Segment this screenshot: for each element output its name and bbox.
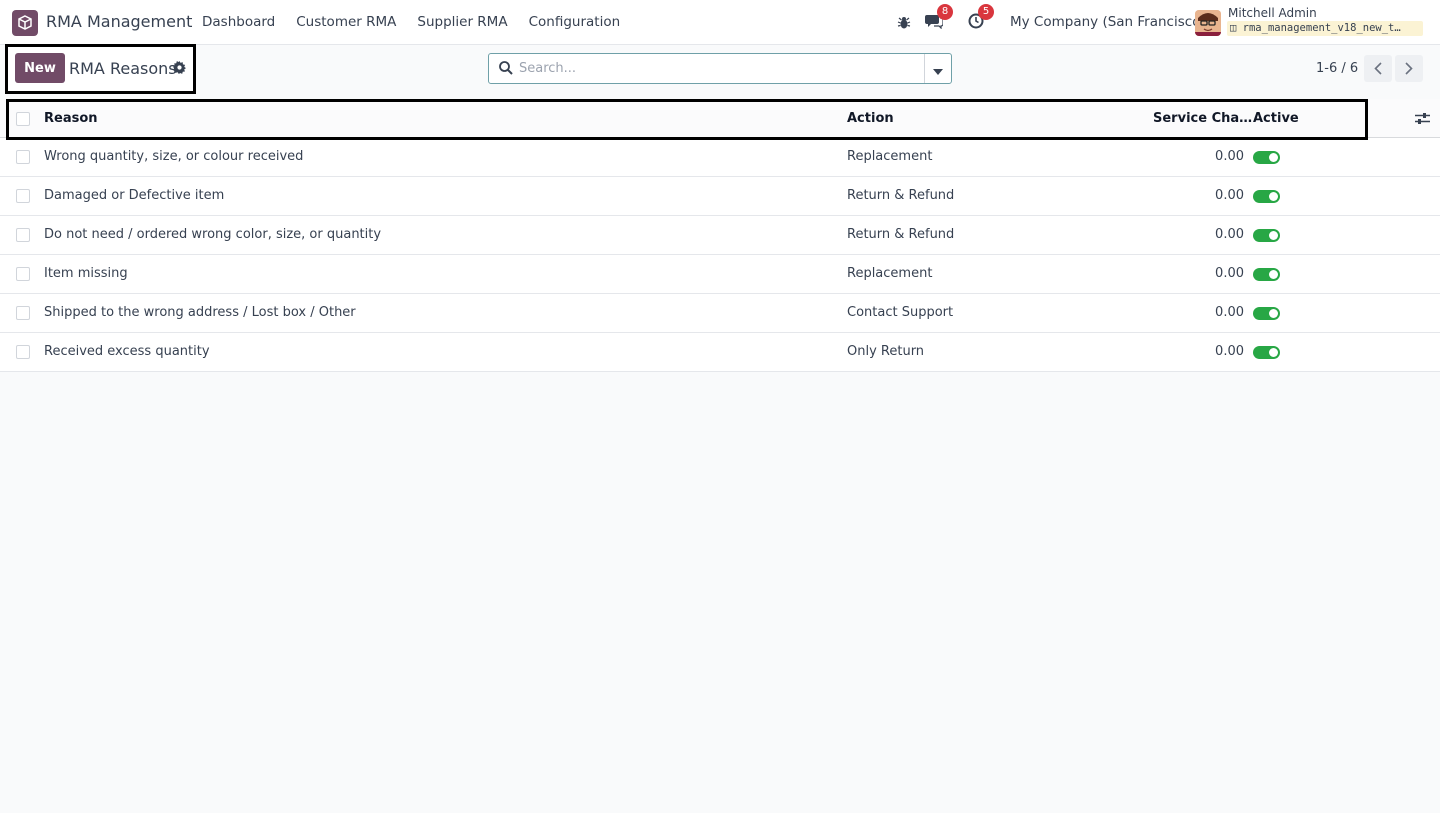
cell-reason: Damaged or Defective item [44, 188, 225, 203]
cell-action: Return & Refund [847, 227, 955, 242]
select-all-checkbox[interactable] [16, 112, 30, 126]
chevron-right-icon [1405, 62, 1413, 75]
company-switcher[interactable]: My Company (San Francisco) [1010, 14, 1206, 30]
table-row[interactable]: Do not need / ordered wrong color, size,… [0, 216, 1440, 255]
cell-service-charge: 0.00 [1215, 266, 1244, 281]
caret-down-icon[interactable] [933, 65, 943, 80]
debug-button[interactable] [897, 0, 911, 45]
row-checkbox[interactable] [16, 345, 30, 359]
cell-service-charge: 0.00 [1215, 149, 1244, 164]
user-name[interactable]: Mitchell Admin [1228, 6, 1317, 20]
pager-previous-button[interactable] [1364, 55, 1392, 82]
chevron-left-icon [1374, 62, 1382, 75]
active-toggle[interactable] [1253, 268, 1280, 281]
cell-action: Replacement [847, 149, 933, 164]
table-row[interactable]: Received excess quantity Only Return 0.0… [0, 333, 1440, 372]
activities-count-badge: 5 [978, 3, 994, 20]
row-checkbox[interactable] [16, 306, 30, 320]
table-row[interactable]: Damaged or Defective item Return & Refun… [0, 177, 1440, 216]
table-row[interactable]: Wrong quantity, size, or colour received… [0, 138, 1440, 177]
sliders-icon[interactable] [1415, 112, 1430, 129]
activities-button[interactable]: 5 [968, 0, 994, 45]
column-header-action[interactable]: Action [847, 111, 894, 126]
pager-value[interactable]: 1-6 / 6 [1316, 61, 1358, 76]
database-chip[interactable]: ◫ rma_management_v18_new_t… [1227, 21, 1423, 36]
column-header-reason[interactable]: Reason [44, 111, 98, 126]
page-title[interactable]: RMA Reasons [69, 59, 177, 78]
table-row[interactable]: Shipped to the wrong address / Lost box … [0, 294, 1440, 333]
row-checkbox[interactable] [16, 228, 30, 242]
top-navbar: RMA Management Dashboard Customer RMA Su… [0, 0, 1440, 45]
cell-action: Return & Refund [847, 188, 955, 203]
table-row[interactable]: Item missing Replacement 0.00 [0, 255, 1440, 294]
row-checkbox[interactable] [16, 189, 30, 203]
messages-count-badge: 8 [937, 3, 953, 20]
column-header-active[interactable]: Active [1253, 111, 1299, 126]
cell-reason: Received excess quantity [44, 344, 210, 359]
cell-reason: Wrong quantity, size, or colour received [44, 149, 304, 164]
menu-customer-rma[interactable]: Customer RMA [296, 14, 396, 30]
row-checkbox[interactable] [16, 267, 30, 281]
database-name: rma_management_v18_new_t… [1242, 22, 1401, 34]
column-header-service-charge[interactable]: Service Cha… [1153, 111, 1252, 126]
cell-action: Only Return [847, 344, 925, 359]
app-name[interactable]: RMA Management [46, 12, 192, 31]
main-menu: Dashboard Customer RMA Supplier RMA Conf… [202, 14, 641, 30]
database-icon: ◫ [1230, 22, 1237, 34]
avatar[interactable] [1195, 10, 1221, 36]
gear-icon[interactable] [173, 61, 186, 78]
menu-supplier-rma[interactable]: Supplier RMA [417, 14, 507, 30]
app-logo-icon[interactable] [12, 10, 38, 36]
cell-action: Contact Support [847, 305, 954, 320]
table-header: Reason Action Service Cha… Active [0, 99, 1440, 138]
cell-service-charge: 0.00 [1215, 344, 1244, 359]
menu-configuration[interactable]: Configuration [529, 14, 621, 30]
bug-icon [897, 16, 911, 28]
active-toggle[interactable] [1253, 151, 1280, 164]
search-input[interactable] [519, 55, 909, 82]
search-divider [924, 54, 925, 83]
active-toggle[interactable] [1253, 307, 1280, 320]
cell-service-charge: 0.00 [1215, 188, 1244, 203]
row-checkbox[interactable] [16, 150, 30, 164]
active-toggle[interactable] [1253, 229, 1280, 242]
active-toggle[interactable] [1253, 190, 1280, 203]
cell-service-charge: 0.00 [1215, 305, 1244, 320]
messages-button[interactable]: 8 [925, 0, 953, 45]
active-toggle[interactable] [1253, 346, 1280, 359]
search-icon[interactable] [499, 61, 513, 79]
cell-action: Replacement [847, 266, 933, 281]
cell-reason: Item missing [44, 266, 128, 281]
menu-dashboard[interactable]: Dashboard [202, 14, 275, 30]
cell-reason: Shipped to the wrong address / Lost box … [44, 305, 356, 320]
search-bar [488, 53, 952, 84]
new-button[interactable]: New [15, 53, 65, 83]
pager-next-button[interactable] [1395, 55, 1423, 82]
cell-service-charge: 0.00 [1215, 227, 1244, 242]
cell-reason: Do not need / ordered wrong color, size,… [44, 227, 382, 242]
